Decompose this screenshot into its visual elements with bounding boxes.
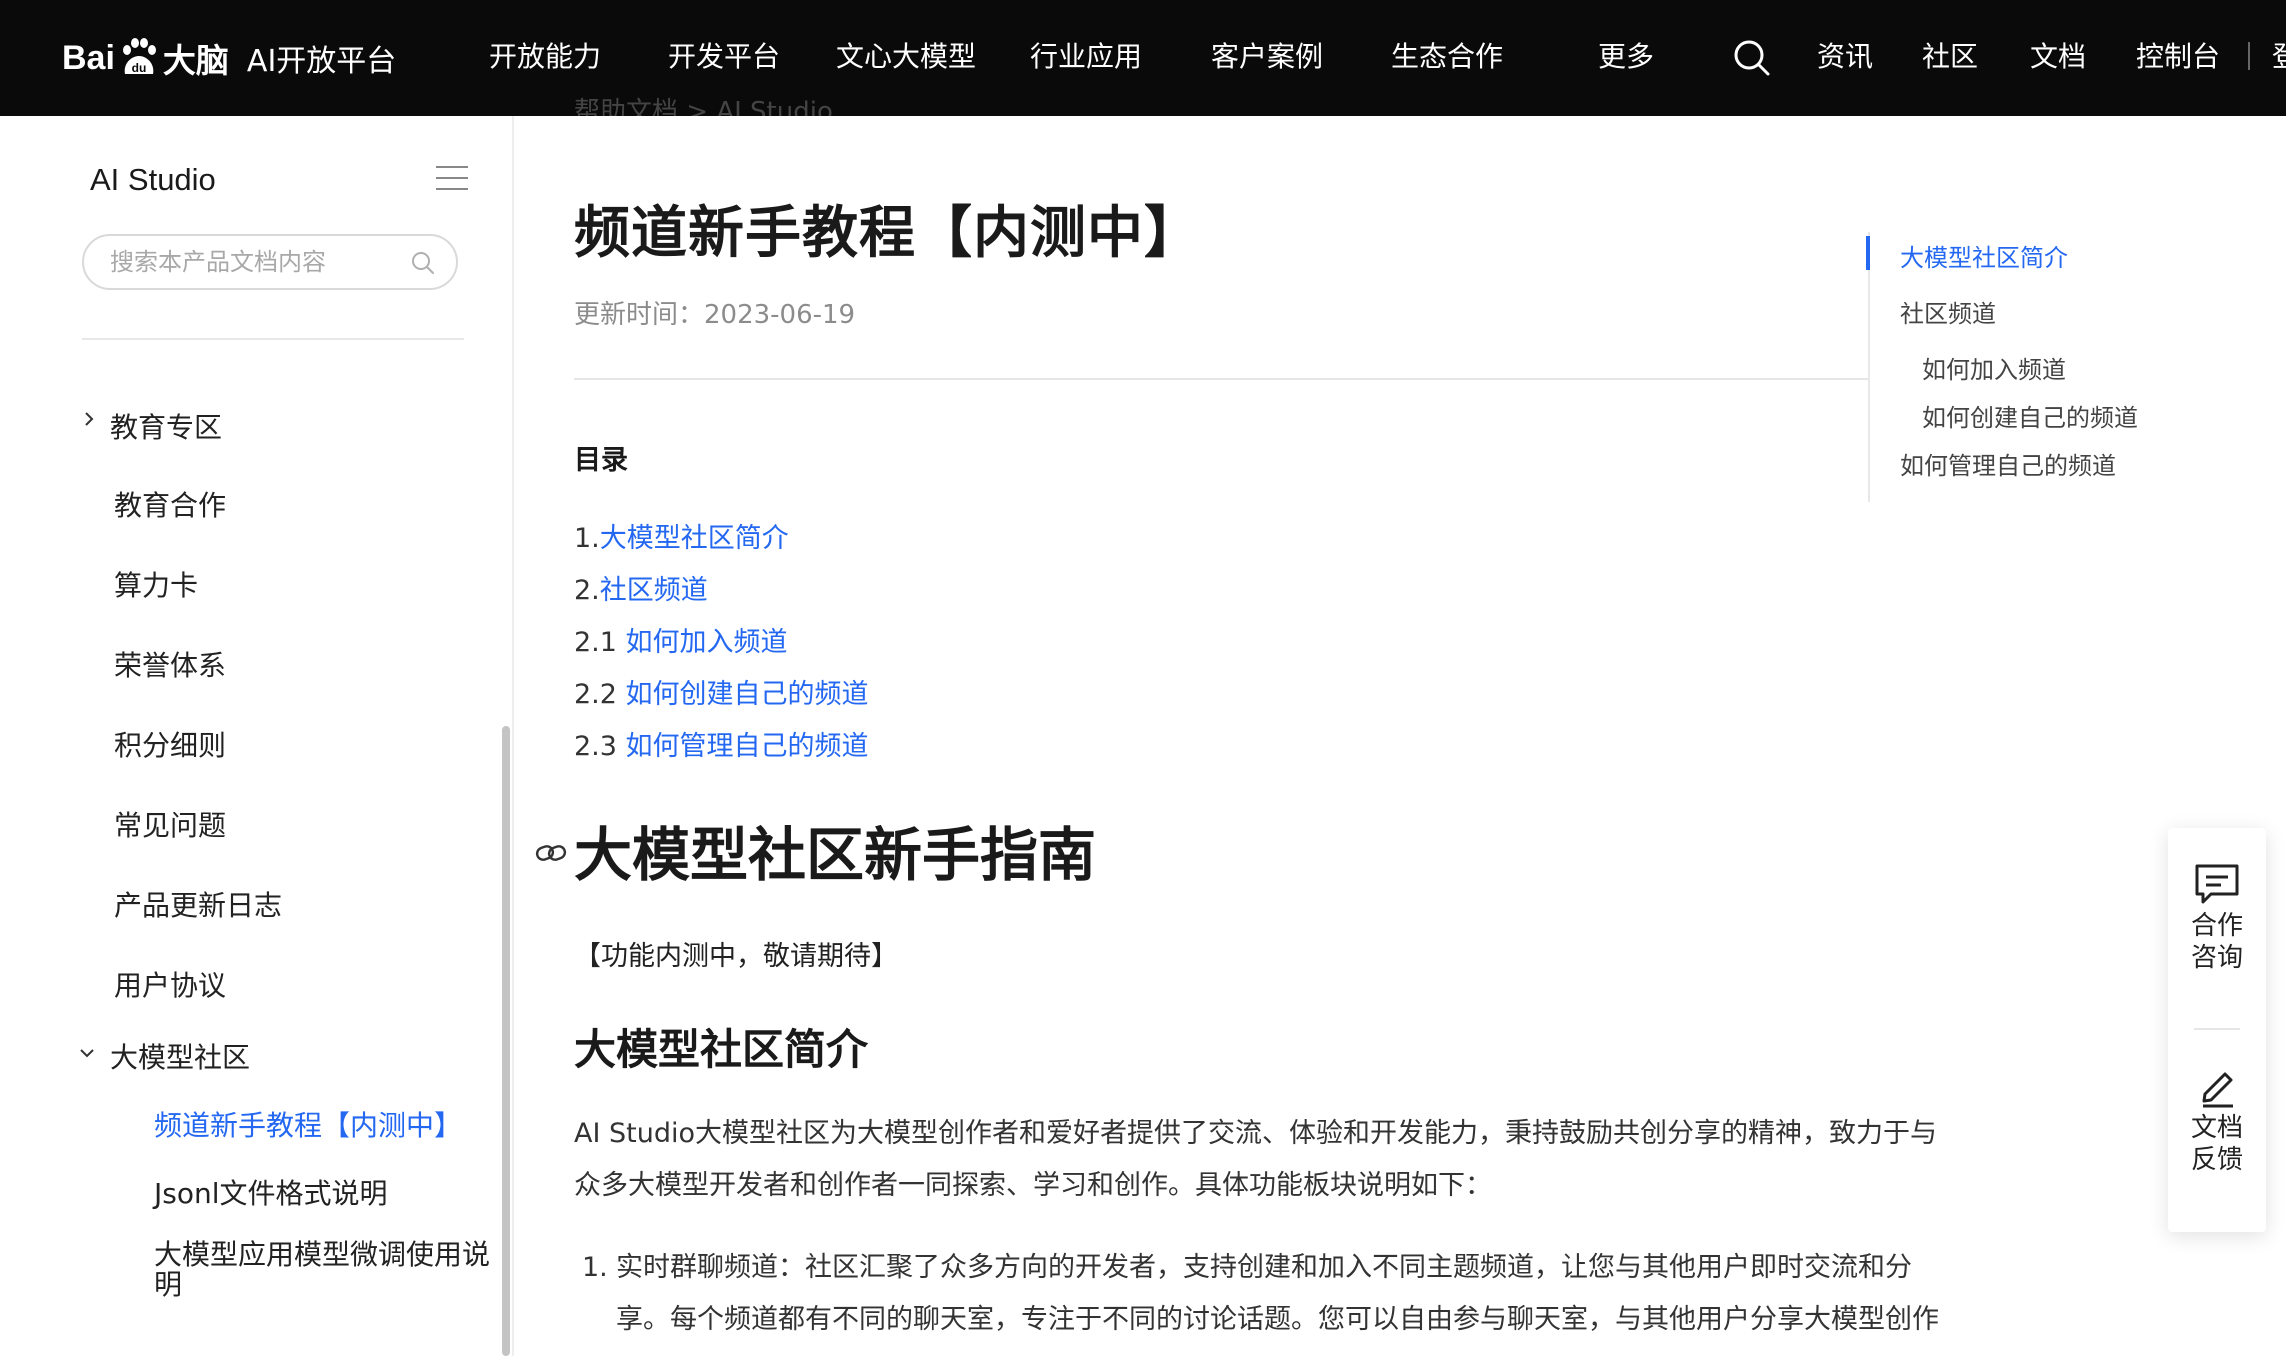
sidebar-title: AI Studio [90, 162, 216, 197]
sidebar-item-finetune-guide[interactable]: 大模型应用模型微调使用说明 [154, 1240, 494, 1300]
baidu-brain-logo[interactable]: Bai du 大脑 AI开放平台 [62, 26, 396, 90]
right-toc-intro[interactable]: 大模型社区简介 [1900, 238, 2068, 273]
consult-label-1: 合作 [2190, 911, 2243, 941]
right-toc-track [1868, 232, 1870, 502]
breadcrumb[interactable]: 帮助文档 > AI Studio [574, 92, 833, 116]
logo-text-bai: Bai [62, 38, 115, 77]
sidebar-item-channel-tutorial[interactable]: 频道新手教程【内测中】 [154, 1104, 462, 1144]
logo-text-da: 大脑 [162, 41, 229, 80]
toc-item: 2.社区频道 [574, 568, 708, 607]
sidebar-item-honor-system[interactable]: 荣誉体系 [114, 644, 226, 684]
edit-pen-icon [2202, 1072, 2233, 1108]
sidebar-search-box[interactable] [82, 234, 458, 290]
sidebar-item-faq[interactable]: 常见问题 [114, 804, 226, 844]
nav-dev-platform[interactable]: 开发平台 [668, 36, 780, 78]
sidebar-item-education-coop[interactable]: 教育合作 [114, 484, 226, 524]
nav-more[interactable]: 更多 [1598, 36, 1654, 78]
nav-divider [2248, 42, 2250, 70]
feedback-label-1: 文档 [2190, 1113, 2243, 1143]
sidebar-item-changelog[interactable]: 产品更新日志 [114, 884, 282, 924]
sidebar-item-points-rules[interactable]: 积分细则 [114, 724, 226, 764]
sidebar-divider [82, 338, 464, 340]
nav-community[interactable]: 社区 [1922, 36, 1978, 78]
list-item-line: 实时群聊频道：社区汇聚了众多方向的开发者，支持创建和加入不同主题频道，让您与其他… [616, 1252, 1912, 1283]
consult-button[interactable]: 合作 咨询 [2168, 862, 2266, 974]
right-toc-channels[interactable]: 社区频道 [1900, 294, 1996, 329]
platform-name: AI开放平台 [246, 44, 397, 79]
toc-prefix: 2.1 [574, 627, 626, 658]
notice-text: 【功能内测中，敬请期待】 [574, 941, 898, 972]
right-toc-active-indicator [1866, 236, 1870, 270]
title-divider [574, 378, 1870, 380]
nav-open-ability[interactable]: 开放能力 [489, 36, 601, 78]
svg-text:du: du [132, 61, 147, 75]
top-nav-bar: Bai du 大脑 AI开放平台 开放能力 开发平台 文心大模型 行业应用 客户… [0, 0, 2286, 116]
sidebar-search-input[interactable] [110, 236, 400, 288]
doc-sidebar: AI Studio 教育专区 教育合作 算力卡 荣誉体系 积分细则 常见问题 产… [0, 116, 514, 1356]
toc-prefix: 2.3 [574, 731, 626, 762]
chevron-down-icon[interactable] [80, 1046, 94, 1060]
sidebar-item-user-agreement[interactable]: 用户协议 [114, 964, 226, 1004]
nav-ecosystem[interactable]: 生态合作 [1391, 36, 1503, 78]
toc-item: 1.大模型社区简介 [574, 516, 789, 555]
nav-wenxin-model[interactable]: 文心大模型 [836, 36, 976, 78]
feedback-button[interactable]: 文档 反馈 [2168, 1064, 2266, 1176]
toc-heading: 目录 [574, 445, 628, 476]
toc-item: 2.2 如何创建自己的频道 [574, 672, 869, 711]
toc-link-create[interactable]: 如何创建自己的频道 [626, 679, 869, 710]
section-heading: 大模型社区新手指南 [574, 821, 1097, 889]
nav-login-cut[interactable]: 登 [2272, 36, 2286, 78]
list-number: 1. [582, 1252, 608, 1283]
baidu-paw-icon: du [122, 38, 156, 75]
toc-link-intro[interactable]: 大模型社区简介 [600, 523, 789, 554]
intro-paragraph: AI Studio大模型社区为大模型创作者和爱好者提供了交流、体验和开发能力，秉… [574, 1108, 1994, 1212]
right-toc-manage[interactable]: 如何管理自己的频道 [1900, 446, 2116, 481]
nav-cases[interactable]: 客户案例 [1211, 36, 1323, 78]
paragraph-line: 众多大模型开发者和创作者一同探索、学习和创作。具体功能板块说明如下： [574, 1170, 1492, 1201]
subsection-heading: 大模型社区简介 [574, 1025, 869, 1074]
sidebar-item-compute-card[interactable]: 算力卡 [114, 564, 198, 604]
float-divider [2194, 1028, 2240, 1030]
sidebar-item-jsonl-format[interactable]: Jsonl文件格式说明 [154, 1172, 388, 1212]
search-icon[interactable] [410, 250, 436, 276]
sidebar-item-education-zone[interactable]: 教育专区 [110, 406, 222, 446]
right-toc-join[interactable]: 如何加入频道 [1922, 350, 2066, 385]
sidebar-scrollbar[interactable] [502, 726, 510, 1356]
menu-icon[interactable] [436, 166, 468, 190]
page-title: 频道新手教程【内测中】 [574, 201, 1201, 266]
nav-docs[interactable]: 文档 [2030, 36, 2086, 78]
search-icon[interactable] [1732, 38, 1772, 78]
paragraph-line: AI Studio大模型社区为大模型创作者和爱好者提供了交流、体验和开发能力，秉… [574, 1118, 1938, 1149]
nav-news[interactable]: 资讯 [1817, 36, 1873, 78]
nav-console[interactable]: 控制台 [2136, 36, 2220, 78]
right-toc-create[interactable]: 如何创建自己的频道 [1922, 398, 2138, 433]
sidebar-item-llm-community[interactable]: 大模型社区 [110, 1036, 250, 1076]
feedback-label-2: 反馈 [2190, 1145, 2243, 1175]
toc-link-manage[interactable]: 如何管理自己的频道 [626, 731, 869, 762]
toc-item: 2.1 如何加入频道 [574, 620, 788, 659]
toc-prefix: 1. [574, 523, 600, 554]
toc-prefix: 2. [574, 575, 600, 606]
nav-industry[interactable]: 行业应用 [1030, 36, 1142, 78]
toc-link-join[interactable]: 如何加入频道 [626, 627, 788, 658]
toc-link-channels[interactable]: 社区频道 [600, 575, 708, 606]
consult-label-2: 咨询 [2190, 943, 2243, 973]
list-item-line: 享。每个频道都有不同的聊天室，专注于不同的讨论话题。您可以自由参与聊天室，与其他… [616, 1304, 1939, 1335]
chevron-right-icon[interactable] [82, 412, 96, 426]
toc-prefix: 2.2 [574, 679, 626, 710]
floating-help-panel: 合作 咨询 文档 反馈 [2168, 828, 2266, 1232]
anchor-link-icon[interactable] [534, 836, 568, 870]
chat-icon [2195, 864, 2239, 904]
update-time: 更新时间：2023-06-19 [574, 300, 856, 330]
feature-list: 1. 实时群聊频道：社区汇聚了众多方向的开发者，支持创建和加入不同主题频道，让您… [582, 1242, 2002, 1346]
toc-item: 2.3 如何管理自己的频道 [574, 724, 869, 763]
